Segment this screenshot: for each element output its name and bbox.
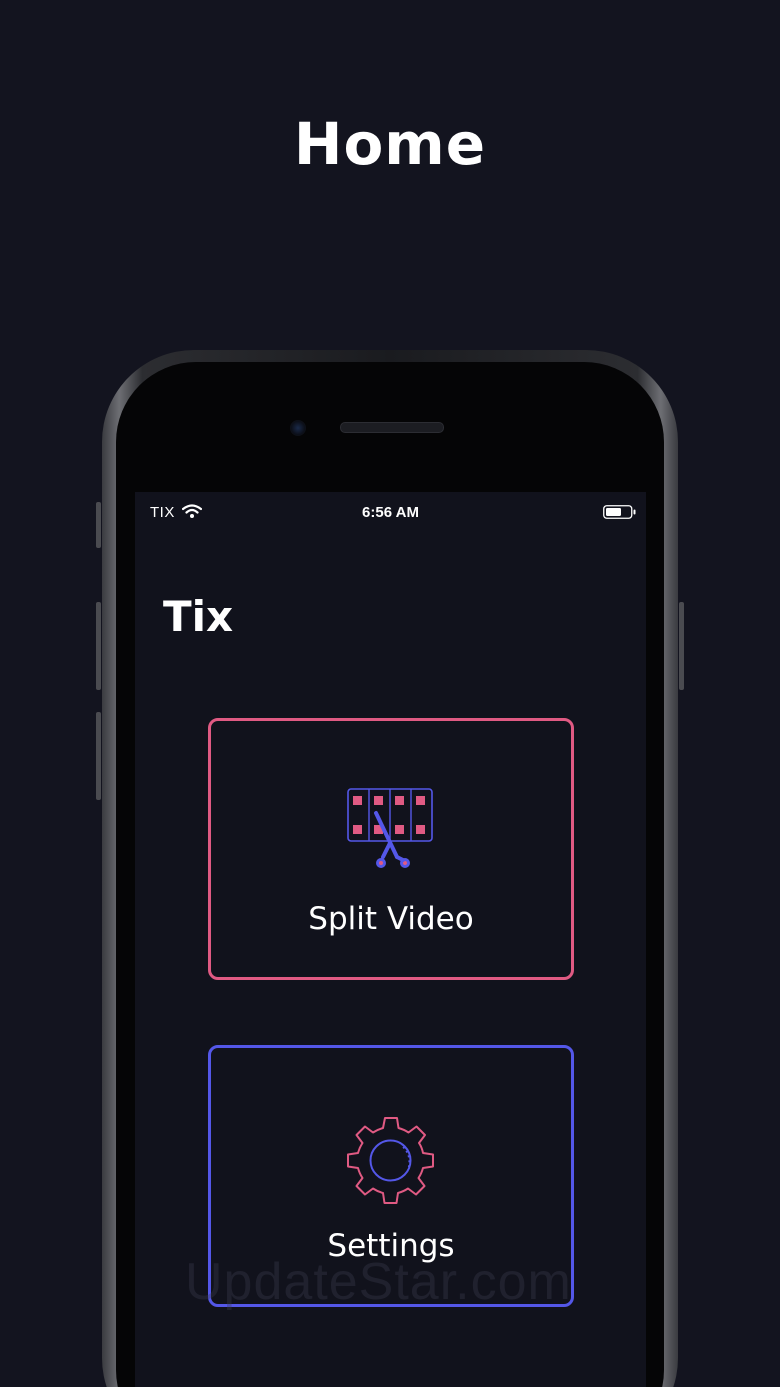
power-button	[679, 602, 684, 690]
earpiece-speaker	[340, 422, 444, 433]
marketing-screenshot: Home TIX 6:56 AM Tix Split Video Setting…	[0, 0, 780, 1387]
app-title: Tix	[163, 592, 234, 641]
status-bar: TIX 6:56 AM	[135, 492, 646, 534]
battery-icon	[603, 505, 636, 519]
volume-down-button	[96, 712, 101, 800]
mute-switch	[96, 502, 101, 548]
volume-up-button	[96, 602, 101, 690]
settings-button[interactable]: Settings	[208, 1045, 574, 1307]
status-time: 6:56 AM	[362, 504, 419, 521]
front-camera	[290, 420, 306, 436]
split-video-button[interactable]: Split Video	[208, 718, 574, 980]
film-scissors-icon	[211, 787, 571, 877]
page-headline: Home	[293, 110, 487, 178]
phone-screen: TIX 6:56 AM Tix Split Video Settings	[135, 492, 646, 1387]
gear-icon	[211, 1114, 571, 1204]
split-video-label: Split Video	[308, 901, 474, 937]
settings-label: Settings	[327, 1228, 455, 1264]
